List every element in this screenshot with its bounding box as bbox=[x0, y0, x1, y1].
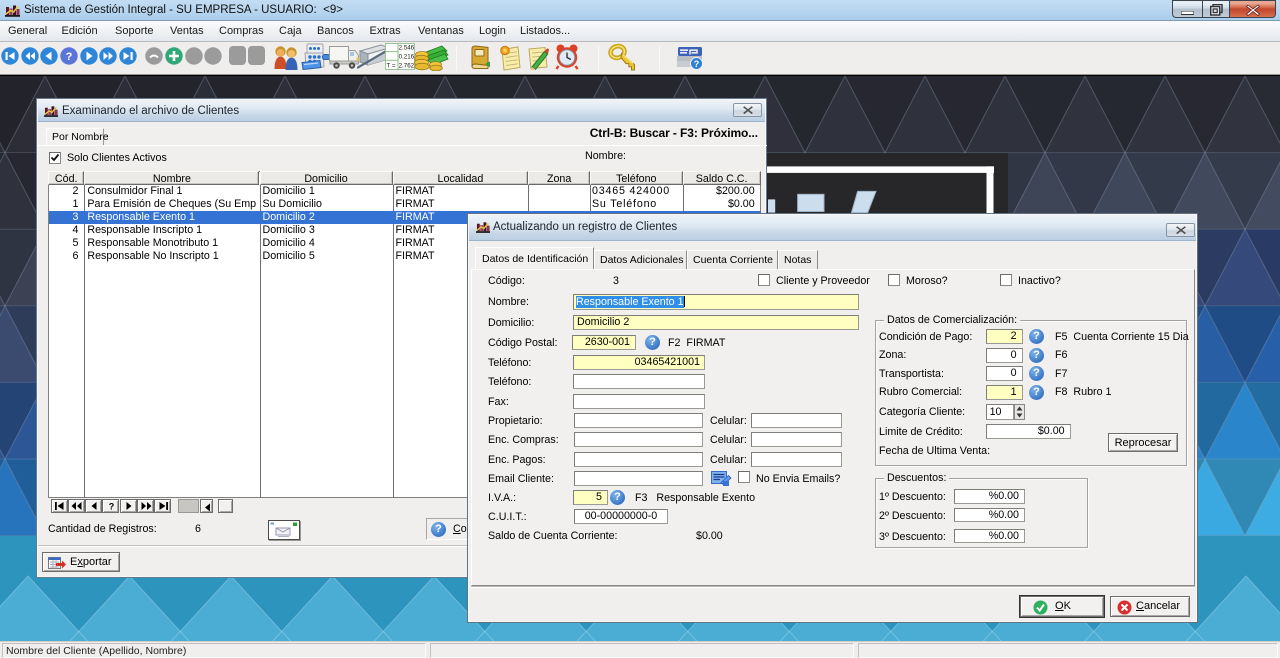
svg-text:2.762: 2.762 bbox=[399, 63, 415, 70]
svg-text:0.216: 0.216 bbox=[399, 53, 415, 60]
svg-text:2.546: 2.546 bbox=[399, 44, 415, 51]
svg-text:?: ? bbox=[65, 51, 72, 63]
svg-text:T =: T = bbox=[387, 63, 396, 70]
svg-text:?: ? bbox=[694, 59, 700, 69]
svg-text:?: ? bbox=[109, 502, 115, 512]
